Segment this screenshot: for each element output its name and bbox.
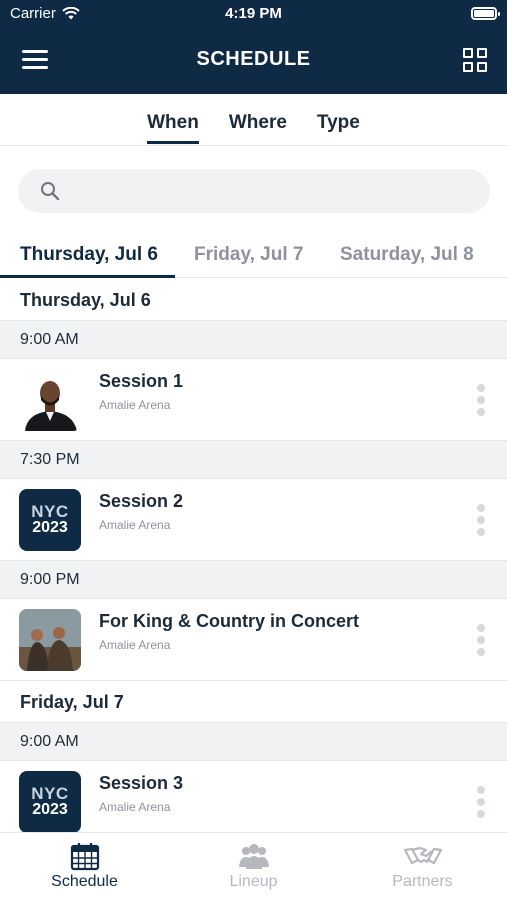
schedule-list[interactable]: Thursday, Jul 6 9:00 AM Session 1 Amalie…	[0, 279, 507, 832]
tab-label: Partners	[392, 873, 453, 890]
segment-where[interactable]: Where	[229, 112, 287, 146]
battery-icon	[471, 7, 500, 20]
time-header: 9:00 AM	[0, 321, 507, 359]
date-header: Thursday, Jul 6	[0, 279, 507, 321]
event-logo-badge: NYC 2023	[19, 489, 81, 551]
search-bar	[18, 169, 490, 213]
hamburger-menu-icon[interactable]	[22, 50, 48, 70]
filter-segments: When Where Type	[0, 94, 507, 146]
event-logo-badge: NYC 2023	[19, 771, 81, 832]
band-photo-graphic	[19, 609, 81, 671]
more-options-icon[interactable]	[477, 624, 485, 656]
session-venue: Amalie Arena	[99, 800, 171, 814]
speaker-photo-graphic	[19, 369, 81, 431]
day-tab-saturday[interactable]: Saturday, Jul 8	[340, 244, 474, 266]
session-row[interactable]: For King & Country in Concert Amalie Are…	[0, 599, 507, 681]
tab-schedule[interactable]: Schedule	[0, 833, 169, 900]
session-row[interactable]: Session 1 Amalie Arena	[0, 359, 507, 441]
session-title: For King & Country in Concert	[99, 611, 359, 631]
session-title: Session 2	[99, 491, 184, 511]
tab-partners[interactable]: Partners	[338, 833, 507, 900]
badge-bottom-text: 2023	[32, 801, 68, 818]
session-title: Session 3	[99, 773, 184, 793]
search-input[interactable]	[74, 169, 474, 213]
people-icon	[239, 844, 269, 869]
session-venue: Amalie Arena	[99, 398, 171, 412]
more-options-icon[interactable]	[477, 786, 485, 818]
day-tab-thursday[interactable]: Thursday, Jul 6	[20, 244, 158, 266]
session-row[interactable]: NYC 2023 Session 3 Amalie Arena	[0, 761, 507, 832]
search-icon	[41, 182, 60, 201]
day-tabs: Thursday, Jul 6 Friday, Jul 7 Saturday, …	[0, 234, 507, 278]
bottom-tab-bar: Schedule Lineup Partners	[0, 832, 507, 900]
badge-top-text: NYC	[31, 502, 69, 521]
speaker-photo	[19, 369, 81, 431]
active-tab-indicator	[0, 275, 175, 278]
session-title: Session 1	[99, 371, 184, 391]
tab-label: Lineup	[229, 873, 278, 890]
session-venue: Amalie Arena	[99, 638, 171, 652]
more-options-icon[interactable]	[477, 504, 485, 536]
calendar-icon	[70, 843, 100, 871]
grid-view-icon[interactable]	[463, 48, 487, 72]
badge-top-text: NYC	[31, 784, 69, 803]
segment-type[interactable]: Type	[317, 112, 360, 146]
more-options-icon[interactable]	[477, 384, 485, 416]
tab-label: Schedule	[51, 873, 118, 890]
time-header: 9:00 AM	[0, 723, 507, 761]
time-header: 9:00 PM	[0, 561, 507, 599]
page-title: SCHEDULE	[196, 48, 311, 70]
nav-bar: SCHEDULE	[0, 28, 507, 94]
status-time: 4:19 PM	[225, 5, 282, 22]
time-header: 7:30 PM	[0, 441, 507, 479]
band-photo	[19, 609, 81, 671]
session-row[interactable]: NYC 2023 Session 2 Amalie Arena	[0, 479, 507, 561]
date-header: Friday, Jul 7	[0, 681, 507, 723]
segment-when[interactable]: When	[147, 112, 199, 146]
tab-lineup[interactable]: Lineup	[169, 833, 338, 900]
session-venue: Amalie Arena	[99, 518, 171, 532]
status-bar: Carrier 4:19 PM	[0, 0, 507, 28]
badge-bottom-text: 2023	[32, 519, 68, 536]
day-tab-friday[interactable]: Friday, Jul 7	[194, 244, 303, 266]
handshake-icon	[404, 846, 442, 865]
top-bar: Carrier 4:19 PM SCHEDULE	[0, 0, 507, 94]
